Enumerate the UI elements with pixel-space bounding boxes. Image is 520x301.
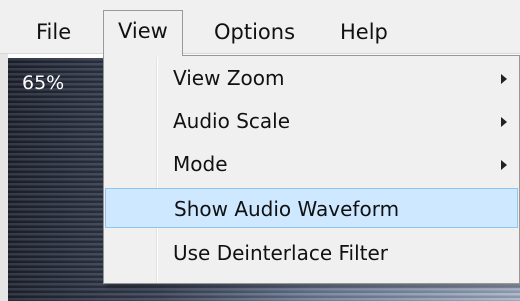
window-edge <box>0 54 8 301</box>
menu-item-view-zoom[interactable]: View Zoom <box>104 58 519 98</box>
menu-item-label: Show Audio Waveform <box>174 197 400 221</box>
menu-item-label: Audio Scale <box>173 109 291 133</box>
menu-item-label: Mode <box>173 152 228 176</box>
menu-options[interactable]: Options <box>200 14 309 50</box>
menu-file[interactable]: File <box>22 14 85 50</box>
menu-item-show-audio-waveform[interactable]: Show Audio Waveform <box>105 188 518 228</box>
menu-item-label: Use Deinterlace Filter <box>173 241 389 265</box>
zoom-level-label: 65% <box>22 72 65 94</box>
menu-view[interactable]: View <box>103 10 183 56</box>
menu-item-audio-scale[interactable]: Audio Scale <box>104 101 519 141</box>
menu-help[interactable]: Help <box>326 14 402 50</box>
submenu-arrow-icon <box>501 74 507 84</box>
menu-item-label: View Zoom <box>173 66 285 90</box>
submenu-arrow-icon <box>501 160 507 170</box>
menu-item-mode[interactable]: Mode <box>104 144 519 184</box>
submenu-arrow-icon <box>501 117 507 127</box>
view-menu-dropdown: View Zoom Audio Scale Mode Show Audio Wa… <box>103 55 520 284</box>
menu-item-use-deinterlace-filter[interactable]: Use Deinterlace Filter <box>104 233 519 273</box>
menu-bar: File View Options Help <box>0 0 520 56</box>
